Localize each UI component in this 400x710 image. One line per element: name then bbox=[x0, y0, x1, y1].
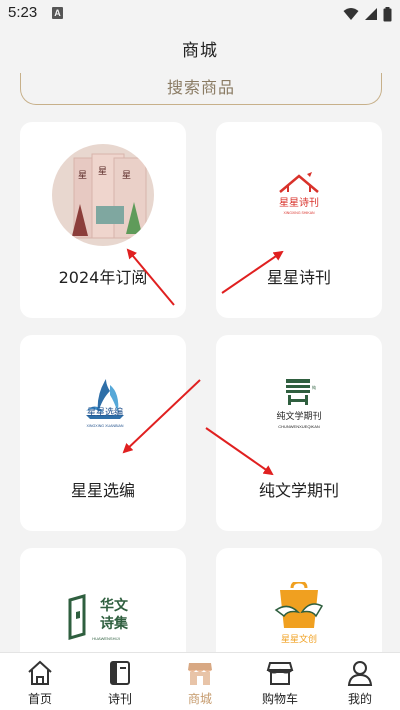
cart-icon bbox=[266, 662, 294, 685]
svg-text:星: 星 bbox=[98, 166, 107, 177]
svg-text:纯: 纯 bbox=[312, 384, 316, 390]
signal-icon bbox=[365, 8, 377, 20]
nav-store[interactable]: 商城 bbox=[160, 653, 240, 710]
search-input[interactable]: 搜索商品 bbox=[20, 73, 382, 105]
nav-label: 我的 bbox=[347, 692, 372, 706]
product-card-chunwenxue-qikan[interactable]: 纯 纯文学期刊 CHUNWENXUEQIKAN 纯文学期刊 bbox=[216, 335, 382, 531]
user-icon bbox=[347, 661, 373, 686]
svg-text:纯文学期刊: 纯文学期刊 bbox=[276, 410, 321, 422]
store-icon bbox=[188, 663, 212, 685]
xingxing-shikan-logo: 星星诗刊 XINGXING SHIKAN bbox=[279, 172, 319, 215]
nav-label: 购物车 bbox=[261, 692, 298, 706]
svg-text:HUAWENSHIJI: HUAWENSHIJI bbox=[92, 636, 119, 641]
book-icon bbox=[110, 661, 130, 685]
product-label: 星星诗刊 bbox=[266, 268, 331, 287]
svg-text:星: 星 bbox=[122, 170, 131, 181]
nav-cart[interactable]: 购物车 bbox=[240, 653, 320, 710]
nav-profile[interactable]: 我的 bbox=[320, 653, 400, 710]
nav-poetry[interactable]: 诗刊 bbox=[80, 653, 160, 710]
product-label: 星星选编 bbox=[70, 481, 135, 500]
page-title: 商城 bbox=[182, 41, 218, 61]
status-time: 5:23 bbox=[8, 4, 38, 21]
nav-label: 商城 bbox=[187, 692, 212, 706]
svg-text:CHUNWENXUEQIKAN: CHUNWENXUEQIKAN bbox=[278, 424, 320, 429]
svg-text:XINGXING SHIKAN: XINGXING SHIKAN bbox=[283, 211, 315, 215]
svg-text:星: 星 bbox=[78, 170, 87, 181]
product-label: 纯文学期刊 bbox=[258, 481, 339, 500]
huawen-shiji-logo: 华文 诗集 HUAWENSHIJI bbox=[68, 594, 129, 641]
svg-text:华文: 华文 bbox=[100, 597, 129, 614]
notification-a-icon: A bbox=[52, 7, 63, 19]
nav-label: 诗刊 bbox=[107, 692, 132, 706]
svg-text:星星选编: 星星选编 bbox=[87, 406, 123, 418]
nav-label: 首页 bbox=[27, 692, 52, 706]
svg-text:星星诗刊: 星星诗刊 bbox=[279, 196, 319, 209]
battery-icon bbox=[383, 6, 392, 21]
magazine-cover-image: 星 星 星 bbox=[52, 144, 154, 246]
product-label: 2024年订阅 bbox=[58, 268, 148, 287]
nav-home[interactable]: 首页 bbox=[0, 653, 80, 710]
svg-text:星星文创: 星星文创 bbox=[281, 633, 317, 644]
product-card-xingxing-xuanbian[interactable]: 星星选编 XINGXING XUANBIAN 星星选编 bbox=[20, 335, 186, 531]
product-card-xingxing-shikan[interactable]: 星星诗刊 XINGXING SHIKAN 星星诗刊 bbox=[216, 122, 382, 318]
wifi-icon bbox=[343, 8, 359, 20]
status-icons bbox=[343, 6, 392, 22]
svg-text:XINGXING XUANBIAN: XINGXING XUANBIAN bbox=[87, 424, 124, 428]
chunwenxue-qikan-logo: 纯 纯文学期刊 CHUNWENXUEQIKAN bbox=[276, 379, 322, 429]
status-bar: 5:23 A bbox=[0, 0, 400, 30]
product-card-subscription-2024[interactable]: 星 星 星 2024年订阅 bbox=[20, 122, 186, 318]
xingxing-wenchuang-logo: 星星文创 bbox=[274, 582, 324, 644]
xingxing-xuanbian-logo: 星星选编 XINGXING XUANBIAN bbox=[86, 379, 124, 428]
home-icon bbox=[28, 660, 52, 685]
svg-text:诗集: 诗集 bbox=[100, 615, 129, 632]
bottom-nav: 首页 诗刊 商城 购物车 我的 bbox=[0, 652, 400, 710]
